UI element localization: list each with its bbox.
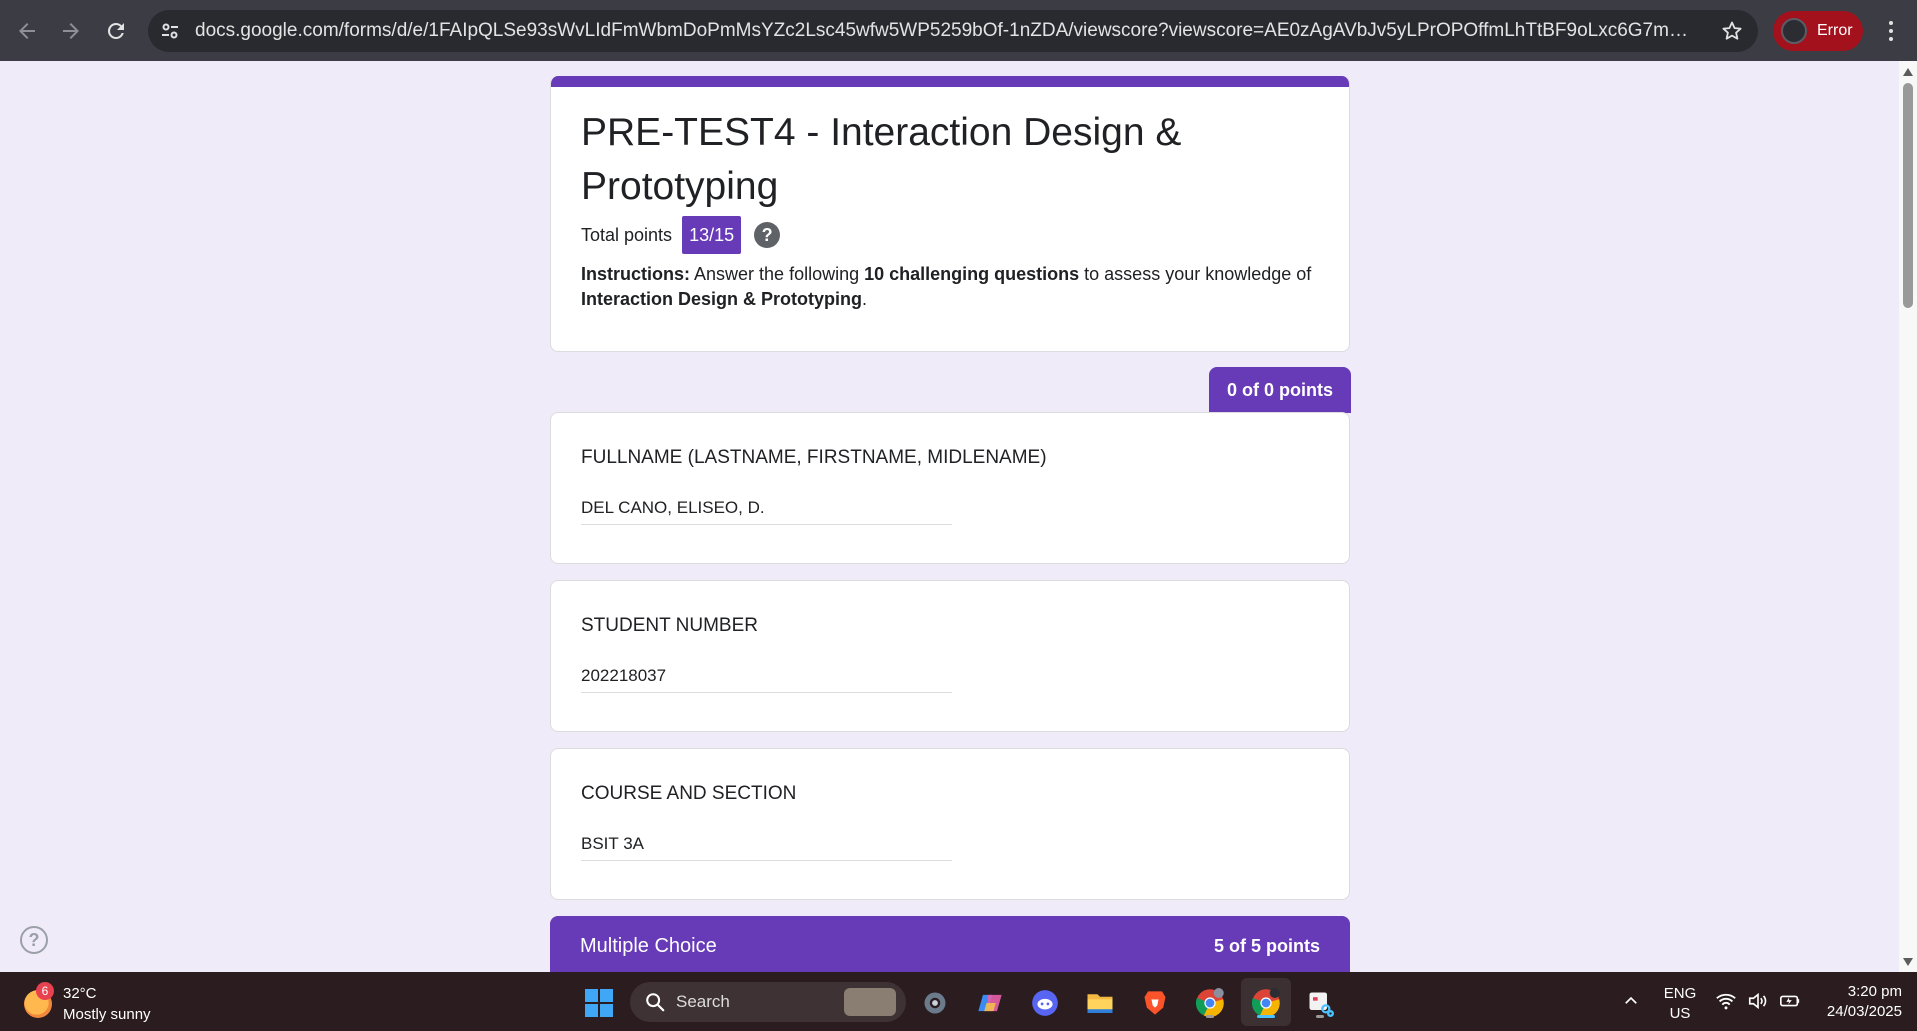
section-points: 5 of 5 points (1213, 936, 1320, 956)
discord-app[interactable] (1028, 986, 1062, 1020)
weather-temperature: 32°C (63, 985, 97, 1002)
file-explorer-app[interactable] (1083, 986, 1117, 1020)
question-card-student-number: STUDENT NUMBER 202218037 (550, 580, 1350, 732)
snipping-tool-icon (1309, 992, 1334, 1017)
weather-widget[interactable]: 6 32°C Mostly sunny (22, 980, 172, 1024)
start-button[interactable] (582, 986, 616, 1020)
scrollbar-thumb[interactable] (1903, 83, 1913, 308)
battery-charging-icon[interactable] (1779, 990, 1801, 1012)
wifi-icon[interactable] (1715, 990, 1737, 1012)
discord-icon (1032, 990, 1058, 1016)
arrow-left-icon (19, 23, 35, 39)
chrome-icon (1195, 988, 1224, 1017)
question-card-fullname: FULLNAME (LASTNAME, FIRSTNAME, MIDLENAME… (550, 412, 1350, 564)
arrow-right-icon (63, 23, 79, 39)
avatar (1781, 18, 1807, 44)
question-label: COURSE AND SECTION (581, 783, 797, 804)
language-indicator[interactable]: ENG US (1662, 984, 1698, 1024)
windows-logo-icon (585, 989, 613, 1017)
clock-time: 3:20 pm (1847, 983, 1902, 1000)
multiple-choice-section-header: Multiple Choice 5 of 5 points (550, 916, 1350, 972)
forward-button[interactable] (54, 14, 88, 48)
taskbar: 6 32°C Mostly sunny Search ENG US 3:20 p… (0, 972, 1917, 1031)
notification-badge: 6 (36, 982, 54, 1000)
system-clock[interactable]: 3:20 pm 24/03/2025 (1802, 982, 1902, 1022)
help-circle-icon[interactable]: ? (20, 926, 48, 954)
gear-icon (924, 992, 946, 1014)
reload-button[interactable] (99, 14, 133, 48)
search-label: Search (676, 992, 730, 1011)
question-label: STUDENT NUMBER (581, 615, 758, 636)
snipping-tool-app[interactable] (1303, 986, 1337, 1020)
chrome-icon (1251, 988, 1280, 1017)
settings-app[interactable] (918, 986, 952, 1020)
copilot-app[interactable] (973, 986, 1007, 1020)
page-title: PRE-TEST4 - Interaction Design & Prototy… (581, 111, 1182, 208)
question-card-course-section: COURSE AND SECTION BSIT 3A (550, 748, 1350, 900)
answer-text: BSIT 3A (581, 831, 952, 861)
running-indicator (1257, 1015, 1275, 1018)
back-button[interactable] (10, 14, 44, 48)
profile-error-button[interactable]: Error (1773, 11, 1863, 51)
chevron-up-icon[interactable] (1622, 992, 1640, 1010)
running-indicator (1206, 1015, 1214, 1018)
help-icon[interactable]: ? (754, 222, 781, 248)
header-accent-bar (551, 76, 1349, 87)
system-tray[interactable] (1715, 990, 1801, 1014)
url-text[interactable]: docs.google.com/forms/d/e/1FAIpQLSe93sWv… (195, 20, 1695, 42)
total-points-label: Total points (581, 224, 673, 245)
form-header-card: PRE-TEST4 - Interaction Design & Prototy… (550, 76, 1350, 352)
clock-date: 24/03/2025 (1826, 1003, 1902, 1020)
address-bar[interactable]: docs.google.com/forms/d/e/1FAIpQLSe93sWv… (148, 10, 1758, 52)
scroll-down-arrow-icon[interactable] (1903, 958, 1913, 966)
profile-status-label: Error (1817, 22, 1853, 39)
folder-icon (1087, 994, 1113, 1013)
total-points-row: Total points 13/15 ? (581, 216, 781, 254)
weather-description: Mostly sunny (63, 1006, 151, 1023)
score-badge: 13/15 (682, 216, 742, 254)
answer-text: 202218037 (581, 663, 952, 693)
chrome-app-active[interactable] (1249, 986, 1283, 1020)
instructions-text: Instructions: Answer the following 10 ch… (581, 264, 1312, 309)
taskbar-search[interactable]: Search (630, 982, 906, 1022)
brave-lion-icon (1144, 991, 1166, 1015)
chrome-app-profile[interactable] (1193, 986, 1227, 1020)
brave-browser-app[interactable] (1138, 986, 1172, 1020)
volume-icon[interactable] (1747, 990, 1769, 1012)
reload-icon (107, 22, 124, 39)
page-scrollbar[interactable] (1899, 61, 1917, 972)
answer-text: DEL CANO, ELISEO, D. (581, 495, 952, 525)
running-indicator (1316, 1015, 1324, 1018)
question-label: FULLNAME (LASTNAME, FIRSTNAME, MIDLENAME… (581, 447, 1047, 468)
search-highlight-image (844, 988, 896, 1016)
scroll-up-arrow-icon[interactable] (1903, 68, 1913, 76)
site-settings-icon[interactable] (158, 19, 182, 43)
copilot-icon (978, 994, 1002, 1012)
search-icon (646, 993, 665, 1012)
browser-menu-icon[interactable] (1882, 18, 1900, 44)
section-title: Multiple Choice (580, 935, 717, 957)
bookmark-star-icon[interactable] (1720, 19, 1744, 43)
section-points-badge: 0 of 0 points (1209, 367, 1351, 413)
browser-toolbar: docs.google.com/forms/d/e/1FAIpQLSe93sWv… (0, 0, 1917, 61)
